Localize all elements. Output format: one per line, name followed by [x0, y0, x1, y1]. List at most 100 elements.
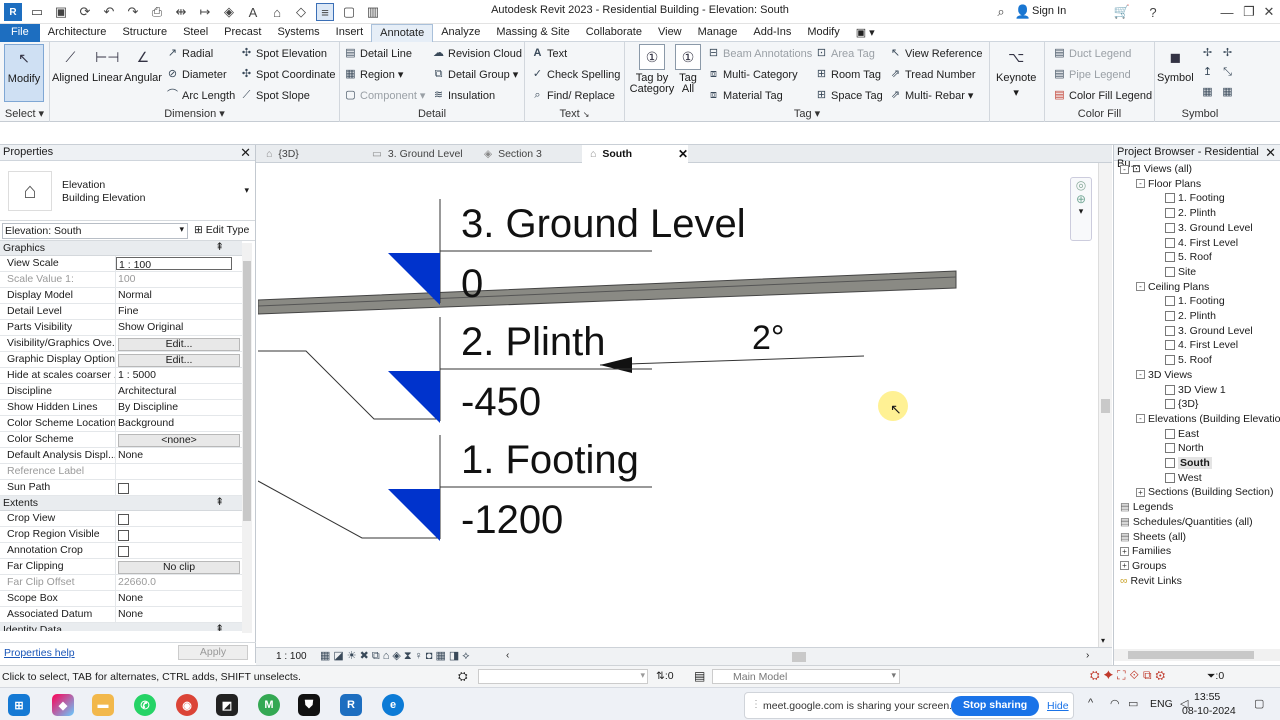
ribbon-tab-annotate[interactable]: Annotate: [371, 24, 434, 42]
instance-selector[interactable]: Elevation: South ▾: [2, 223, 188, 239]
revit-taskbar-icon[interactable]: R: [340, 694, 362, 716]
checkbox[interactable]: [118, 546, 129, 557]
ribbon-tab-manage[interactable]: Manage: [690, 24, 746, 42]
collapse-icon[interactable]: ⇞: [215, 496, 224, 508]
view-tab-south[interactable]: ⌂ South ✕: [582, 145, 688, 163]
ribbon-tab-systems[interactable]: Systems: [269, 24, 327, 42]
whatsapp-icon[interactable]: ✆: [134, 694, 156, 716]
close-tab-icon[interactable]: ✕: [678, 147, 688, 161]
ribbon-tab-steel[interactable]: Steel: [175, 24, 216, 42]
chrome-profile-icon[interactable]: M: [258, 694, 280, 716]
browser-node-west[interactable]: West: [1152, 472, 1202, 484]
browser-node-3d[interactable]: {3D}: [1152, 398, 1198, 410]
property-value[interactable]: Architectural: [116, 384, 242, 399]
steering-wheel-icon[interactable]: ◎: [1071, 178, 1091, 192]
area-tag-button[interactable]: ⊡ Area Tag: [815, 47, 875, 60]
property-button[interactable]: Edit...: [118, 354, 240, 367]
linear-button[interactable]: ⊢⊣ Linear: [92, 44, 123, 85]
property-value[interactable]: No clip: [116, 559, 242, 574]
type-selector[interactable]: ⌂ Elevation Building Elevation ▾: [0, 161, 255, 221]
property-value[interactable]: 1 : 5000: [116, 368, 242, 383]
minimize-icon[interactable]: —: [1218, 3, 1236, 21]
zoom-icon[interactable]: ⊕: [1071, 192, 1091, 206]
ribbon-tab-precast[interactable]: Precast: [216, 24, 269, 42]
browser-node-site[interactable]: Site: [1152, 266, 1196, 278]
dimension-panel-label[interactable]: Dimension ▾: [50, 107, 339, 120]
property-value[interactable]: None: [116, 591, 242, 606]
battery-icon[interactable]: ▭: [1128, 697, 1138, 710]
property-value[interactable]: Background: [116, 416, 242, 431]
browser-node-sheets-all[interactable]: ▤ Sheets (all): [1120, 531, 1186, 543]
clock-date[interactable]: 08-10-2024: [1182, 705, 1236, 717]
level-elevation[interactable]: -450: [461, 380, 541, 424]
browser-node-groups[interactable]: + Groups: [1120, 560, 1166, 572]
spot-coordinate-button[interactable]: ✣ Spot Coordinate: [240, 68, 336, 81]
component-button[interactable]: ▢ Component ▾: [344, 89, 425, 102]
browser-node-2-plinth[interactable]: 2. Plinth: [1152, 310, 1216, 322]
user-icon[interactable]: 👤: [1014, 3, 1032, 21]
property-value[interactable]: None: [116, 607, 242, 622]
browser-node-schedules-quantities-all[interactable]: ▤ Schedules/Quantities (all): [1120, 516, 1253, 528]
level-head-marker[interactable]: [388, 371, 440, 423]
level-elevation[interactable]: -1200: [461, 498, 563, 542]
area-reinforcement-icon[interactable]: ⤡: [1221, 66, 1234, 79]
drawing-canvas[interactable]: 3. Ground Level 0 2. Plinth -450 1. Footing -…: [258, 163, 1098, 647]
browser-node-elevations-building-elevation[interactable]: - Elevations (Building Elevation): [1136, 413, 1280, 425]
workset-dropdown[interactable]: ▾: [478, 669, 648, 684]
notifications-icon[interactable]: ▢: [1254, 697, 1264, 710]
collapse-icon[interactable]: ⇞: [215, 241, 224, 253]
tread-number-button[interactable]: ⇗ Tread Number: [889, 68, 976, 81]
binoculars-icon[interactable]: ⌕: [992, 3, 1010, 21]
spot-slope-button[interactable]: ⟋ Spot Slope: [240, 89, 310, 102]
expand-icon[interactable]: +: [1120, 546, 1129, 556]
tray-chevron-icon[interactable]: ^: [1088, 697, 1093, 709]
color-fill-legend-button[interactable]: ▤ Color Fill Legend: [1053, 89, 1152, 102]
modify-button[interactable]: ↖ Modify: [4, 44, 44, 102]
restore-icon[interactable]: ❐: [1240, 3, 1258, 21]
beam-annotations-button[interactable]: ⊟ Beam Annotations: [707, 47, 812, 60]
collapse-icon[interactable]: -: [1136, 282, 1145, 292]
expand-icon[interactable]: +: [1136, 487, 1145, 497]
ribbon-tab-insert[interactable]: Insert: [328, 24, 372, 42]
collapse-icon[interactable]: ⇞: [215, 623, 224, 631]
chrome-icon[interactable]: ◉: [176, 694, 198, 716]
level-elevation[interactable]: 0: [461, 262, 483, 306]
properties-help-link[interactable]: Properties help: [4, 647, 75, 659]
select-panel-label[interactable]: Select ▾: [0, 107, 49, 120]
canvas-vertical-scrollbar[interactable]: ▾: [1098, 163, 1112, 647]
browser-node-sections-building-section[interactable]: + Sections (Building Section): [1136, 486, 1273, 498]
span-direction-icon[interactable]: ✢: [1201, 47, 1214, 60]
ribbon-tab-analyze[interactable]: Analyze: [433, 24, 488, 42]
tag-panel-label[interactable]: Tag ▾: [625, 107, 989, 120]
close-icon[interactable]: ✕: [1265, 145, 1276, 161]
view-tab-section-3[interactable]: ◈ Section 3: [476, 145, 550, 163]
checkbox[interactable]: [118, 514, 129, 525]
path-reinforcement-icon[interactable]: ▦: [1201, 86, 1214, 99]
properties-scrollbar[interactable]: [242, 243, 252, 633]
browser-node-floor-plans[interactable]: - Floor Plans: [1136, 178, 1201, 190]
tag-by-category-button[interactable]: ① Tag by Category: [629, 44, 675, 95]
level-head-marker[interactable]: [388, 489, 440, 541]
wifi-icon[interactable]: ◠: [1110, 697, 1120, 710]
section-extents[interactable]: Extents ⇞: [0, 496, 242, 511]
horizontal-scroll-thumb[interactable]: [792, 652, 806, 662]
browser-node-4-first-level[interactable]: 4. First Level: [1152, 339, 1238, 351]
browser-node-families[interactable]: + Families: [1120, 545, 1171, 557]
property-value[interactable]: 1 : 100: [116, 257, 232, 270]
spot-elevation-button[interactable]: ✣ Spot Elevation: [240, 47, 327, 60]
security-icon[interactable]: ⛊: [298, 694, 320, 716]
app-icon[interactable]: ◩: [216, 694, 238, 716]
ribbon-tab-structure[interactable]: Structure: [114, 24, 175, 42]
type-dropdown-icon[interactable]: ▾: [244, 185, 249, 196]
duct-legend-button[interactable]: ▤ Duct Legend: [1053, 47, 1131, 60]
nav-dropdown-icon[interactable]: ▾: [1071, 206, 1091, 217]
section-graphics[interactable]: Graphics ⇞: [0, 241, 242, 256]
level-name[interactable]: 3. Ground Level: [461, 202, 746, 246]
file-explorer-icon[interactable]: ▬: [92, 694, 114, 716]
browser-node-3d-view-1[interactable]: 3D View 1: [1152, 384, 1226, 396]
diameter-button[interactable]: ⊘ Diameter: [166, 68, 227, 81]
hide-share-link[interactable]: Hide: [1047, 700, 1069, 712]
find-replace-button[interactable]: ⌕ Find/ Replace: [531, 89, 614, 102]
ribbon-tab-collaborate[interactable]: Collaborate: [578, 24, 650, 42]
tag-all-button[interactable]: ① Tag All: [675, 44, 701, 95]
